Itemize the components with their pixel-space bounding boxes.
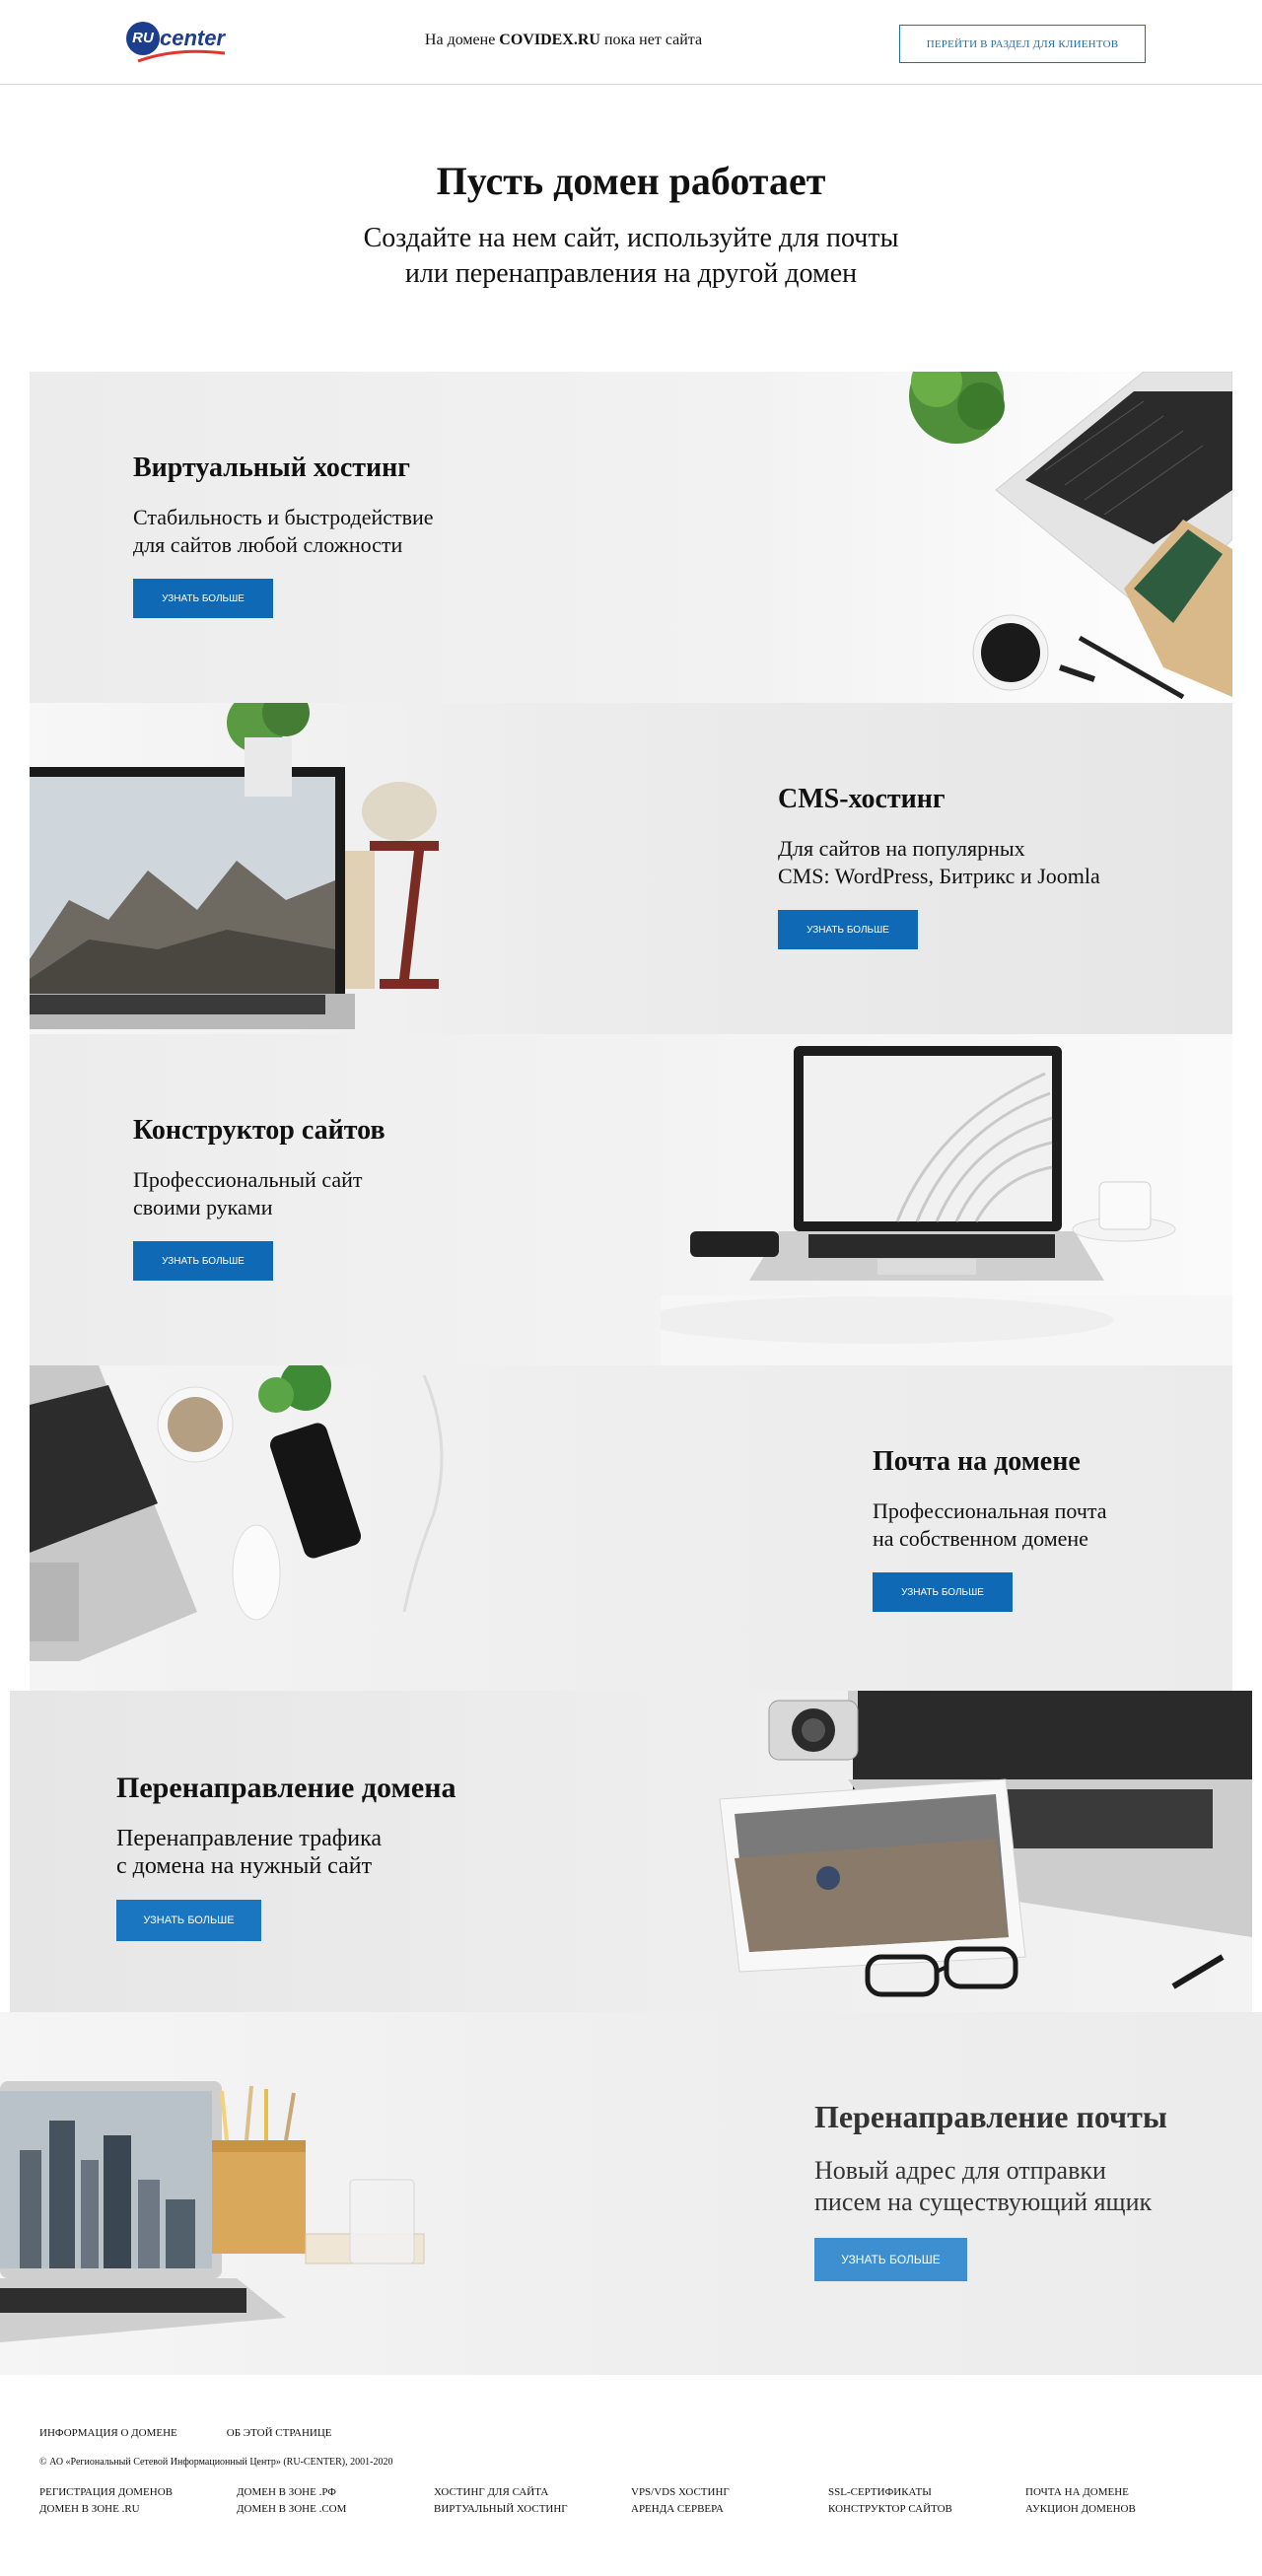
banner-title: Перенаправление домена bbox=[116, 1772, 456, 1804]
client-area-button[interactable]: ПЕРЕЙТИ В РАЗДЕЛ ДЛЯ КЛИЕНТОВ bbox=[899, 25, 1146, 63]
banner-text: Виртуальный хостинг Стабильность и быстр… bbox=[133, 453, 434, 618]
copyright-text: © АО «Региональный Сетевой Информационны… bbox=[39, 2457, 393, 2468]
footer-column: SSL-СЕРТИФИКАТЫ КОНСТРУКТОР САЙТОВ bbox=[828, 2484, 952, 2518]
banner-line1: Профессиональный сайт bbox=[133, 1167, 363, 1192]
banner-line1: Перенаправление трафика bbox=[116, 1826, 383, 1851]
banner-line1: Новый адрес для отправки bbox=[814, 2156, 1106, 2185]
learn-more-button[interactable]: УЗНАТЬ БОЛЬШЕ bbox=[814, 2238, 967, 2281]
laptop-phone-image bbox=[30, 1365, 444, 1661]
footer-link[interactable]: ХОСТИНГ ДЛЯ САЙТА bbox=[434, 2484, 568, 2501]
footer-link[interactable]: КОНСТРУКТОР САЙТОВ bbox=[828, 2501, 952, 2518]
domain-name: COVIDEX.RU bbox=[499, 32, 600, 48]
banner-title: CMS-хостинг bbox=[778, 784, 946, 814]
banner-description: Для сайтов на популярных CMS: WordPress, … bbox=[778, 835, 1100, 890]
banner-text: CMS-хостинг Для сайтов на популярных CMS:… bbox=[778, 784, 1100, 949]
logo-swoosh-icon bbox=[137, 49, 226, 63]
banner-description: Профессиональный сайт своими руками bbox=[133, 1166, 386, 1221]
learn-more-button[interactable]: УЗНАТЬ БОЛЬШЕ bbox=[778, 910, 918, 949]
hero-subtitle-line1: Создайте на нем сайт, используйте для по… bbox=[363, 223, 899, 253]
footer-link[interactable]: ДОМЕН В ЗОНЕ .COM bbox=[237, 2501, 346, 2518]
footer-link-domain-info[interactable]: ИНФОРМАЦИЯ О ДОМЕНЕ bbox=[39, 2427, 177, 2439]
banner-description: Стабильность и быстродействие для сайтов … bbox=[133, 504, 434, 559]
domain-status-message: На домене COVIDEX.RU пока нет сайта bbox=[394, 32, 733, 49]
footer-link-about-page[interactable]: ОБ ЭТОЙ СТРАНИЦЕ bbox=[227, 2427, 332, 2439]
banner-line2: на собственном домене bbox=[873, 1526, 1088, 1551]
footer-link[interactable]: SSL-СЕРТИФИКАТЫ bbox=[828, 2484, 952, 2501]
footer-top-links: ИНФОРМАЦИЯ О ДОМЕНЕ ОБ ЭТОЙ СТРАНИЦЕ bbox=[39, 2427, 332, 2439]
banner-line2: писем на существующий ящик bbox=[814, 2188, 1153, 2216]
footer-link[interactable]: РЕГИСТРАЦИЯ ДОМЕНОВ bbox=[39, 2484, 173, 2501]
footer-link[interactable]: АУКЦИОН ДОМЕНОВ bbox=[1025, 2501, 1136, 2518]
hero-title: Пусть домен работает bbox=[436, 159, 826, 203]
banner-line1: Профессиональная почта bbox=[873, 1498, 1107, 1523]
footer-link[interactable]: ВИРТУАЛЬНЫЙ ХОСТИНГ bbox=[434, 2501, 568, 2518]
ru-center-logo[interactable]: RU center bbox=[126, 20, 229, 63]
footer-link[interactable]: ПОЧТА НА ДОМЕНЕ bbox=[1025, 2484, 1136, 2501]
site-header: RU center На домене COVIDEX.RU пока нет … bbox=[0, 0, 1262, 85]
laptop-pencils-image bbox=[0, 2081, 425, 2342]
footer-link[interactable]: ДОМЕН В ЗОНЕ .РФ bbox=[237, 2484, 346, 2501]
learn-more-button[interactable]: УЗНАТЬ БОЛЬШЕ bbox=[133, 1241, 273, 1281]
banner-line2: с домена на нужный сайт bbox=[116, 1853, 373, 1879]
banner-line2: CMS: WordPress, Битрикс и Joomla bbox=[778, 864, 1100, 888]
learn-more-button[interactable]: УЗНАТЬ БОЛЬШЕ bbox=[873, 1572, 1013, 1612]
banner-text: Перенаправление почты Новый адрес для от… bbox=[814, 2099, 1167, 2281]
tablet-camera-image bbox=[719, 1691, 1252, 1997]
laptop-plant-image bbox=[30, 703, 439, 1029]
learn-more-button[interactable]: УЗНАТЬ БОЛЬШЕ bbox=[116, 1900, 261, 1941]
banner-cms-hosting: CMS-хостинг Для сайтов на популярных CMS:… bbox=[30, 703, 1232, 1034]
laptop-desk-image bbox=[661, 1046, 1232, 1365]
banner-description: Перенаправление трафика с домена на нужны… bbox=[116, 1825, 456, 1880]
hero-subtitle: Создайте на нем сайт, используйте для по… bbox=[286, 221, 976, 292]
footer-column: ПОЧТА НА ДОМЕНЕ АУКЦИОН ДОМЕНОВ bbox=[1025, 2484, 1136, 2518]
status-prefix: На домене bbox=[424, 32, 500, 48]
banner-description: Профессиональная почта на собственном дом… bbox=[873, 1497, 1107, 1553]
footer-link[interactable]: ДОМЕН В ЗОНЕ .RU bbox=[39, 2501, 173, 2518]
banner-title: Перенаправление почты bbox=[814, 2099, 1167, 2134]
footer-column: VPS/VDS ХОСТИНГ АРЕНДА СЕРВЕРА bbox=[631, 2484, 730, 2518]
learn-more-button[interactable]: УЗНАТЬ БОЛЬШЕ bbox=[133, 579, 273, 618]
footer-link[interactable]: VPS/VDS ХОСТИНГ bbox=[631, 2484, 730, 2501]
hero-subtitle-line2: или перенаправления на другой домен bbox=[404, 258, 858, 289]
banner-domain-forwarding: Перенаправление домена Перенаправление т… bbox=[10, 1691, 1252, 2012]
banner-description: Новый адрес для отправки писем на существ… bbox=[814, 2155, 1167, 2218]
banner-domain-mail: Почта на домене Профессиональная почта на… bbox=[30, 1365, 1232, 1691]
banner-title: Почта на домене bbox=[873, 1446, 1081, 1477]
banner-title: Конструктор сайтов bbox=[133, 1115, 386, 1146]
banner-title: Виртуальный хостинг bbox=[133, 453, 411, 483]
banner-line2: своими руками bbox=[133, 1195, 273, 1219]
status-suffix: пока нет сайта bbox=[599, 32, 703, 48]
banner-text: Конструктор сайтов Профессиональный сайт… bbox=[133, 1115, 386, 1281]
footer-link[interactable]: АРЕНДА СЕРВЕРА bbox=[631, 2501, 730, 2518]
footer-column: ДОМЕН В ЗОНЕ .РФ ДОМЕН В ЗОНЕ .COM bbox=[237, 2484, 346, 2518]
banner-mail-forwarding: Перенаправление почты Новый адрес для от… bbox=[0, 2012, 1262, 2375]
banner-text: Почта на домене Профессиональная почта на… bbox=[873, 1446, 1107, 1612]
banner-text: Перенаправление домена Перенаправление т… bbox=[116, 1772, 456, 1941]
banner-line1: Для сайтов на популярных bbox=[778, 836, 1025, 861]
banner-virtual-hosting: Виртуальный хостинг Стабильность и быстр… bbox=[30, 372, 1232, 703]
workspace-laptop-image bbox=[909, 372, 1232, 700]
banner-site-builder: Конструктор сайтов Профессиональный сайт… bbox=[30, 1034, 1232, 1365]
banner-line2: для сайтов любой сложности bbox=[133, 532, 403, 557]
footer-column: ХОСТИНГ ДЛЯ САЙТА ВИРТУАЛЬНЫЙ ХОСТИНГ bbox=[434, 2484, 568, 2518]
footer-column: РЕГИСТРАЦИЯ ДОМЕНОВ ДОМЕН В ЗОНЕ .RU bbox=[39, 2484, 173, 2518]
banner-line1: Стабильность и быстродействие bbox=[133, 505, 434, 529]
